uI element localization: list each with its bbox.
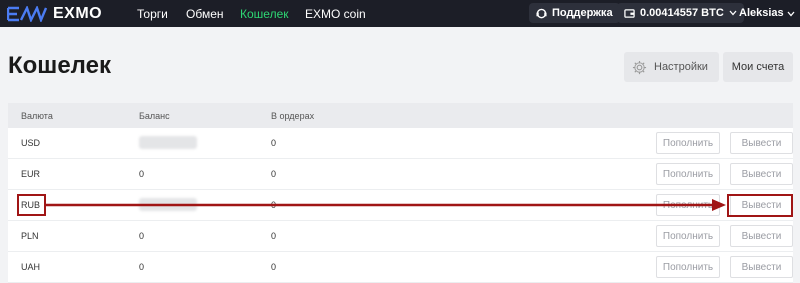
exmo-logo[interactable]: EXMO — [7, 4, 102, 23]
user-menu-chevron-icon[interactable] — [787, 11, 795, 17]
hidden-balance — [139, 136, 197, 149]
exmo-logo-icon — [7, 5, 47, 22]
balance-value: 0 — [139, 262, 145, 272]
wallet-icon — [624, 8, 635, 18]
balance-value: 0 — [139, 231, 145, 241]
deposit-button[interactable]: Пополнить — [656, 225, 720, 247]
table-header: Валюта Баланс В ордерах — [8, 103, 793, 128]
gear-icon — [632, 60, 647, 74]
deposit-button[interactable]: Пополнить — [656, 256, 720, 278]
settings-button[interactable]: Настройки — [624, 52, 719, 82]
column-currency: Валюта — [21, 111, 53, 121]
chevron-down-icon — [729, 10, 737, 16]
headset-icon — [536, 8, 547, 18]
withdraw-button[interactable]: Вывести — [730, 225, 793, 247]
table-row: PLN 0 0 Пополнить Вывести — [8, 221, 793, 252]
rub-highlight-box — [17, 194, 46, 216]
top-nav-bar: EXMO Торги Обмен Кошелек EXMO coin Подде… — [0, 0, 800, 27]
in-orders-value: 0 — [271, 262, 277, 272]
column-in-orders: В ордерах — [271, 111, 315, 121]
column-balance: Баланс — [139, 111, 170, 121]
table-row: USD 0 Пополнить Вывести — [8, 128, 793, 159]
settings-label: Настройки — [654, 61, 708, 73]
currency-code: EUR — [21, 169, 41, 179]
support-button[interactable]: Поддержка — [529, 3, 620, 23]
balance-button[interactable]: 0.00414557 BTC — [617, 3, 744, 23]
in-orders-value: 0 — [271, 169, 277, 179]
hidden-balance — [139, 198, 197, 211]
withdraw-highlight-box — [727, 194, 793, 217]
nav-exchange[interactable]: Обмен — [186, 7, 224, 21]
table-row: UAH 0 0 Пополнить Вывести — [8, 252, 793, 283]
deposit-button[interactable]: Пополнить — [656, 194, 720, 216]
nav-exmo-coin[interactable]: EXMO coin — [305, 7, 366, 21]
my-accounts-button[interactable]: Мои счета — [723, 52, 793, 82]
wallet-table: Валюта Баланс В ордерах USD 0 Пополнить … — [8, 103, 793, 283]
table-row: RUB 0 Пополнить Вывести — [8, 190, 793, 221]
currency-code: USD — [21, 138, 41, 148]
in-orders-value: 0 — [271, 138, 277, 148]
nav-trade[interactable]: Торги — [137, 7, 168, 21]
in-orders-value: 0 — [271, 231, 277, 241]
support-label: Поддержка — [552, 7, 613, 19]
deposit-button[interactable]: Пополнить — [656, 163, 720, 185]
balance-value: 0 — [139, 169, 145, 179]
deposit-button[interactable]: Пополнить — [656, 132, 720, 154]
withdraw-button[interactable]: Вывести — [730, 256, 793, 278]
in-orders-value: 0 — [271, 200, 277, 210]
balance-label: 0.00414557 BTC — [640, 7, 724, 19]
brand-name: EXMO — [53, 4, 103, 22]
page-title: Кошелек — [8, 52, 111, 79]
currency-code: PLN — [21, 231, 39, 241]
user-name[interactable]: Aleksias — [739, 7, 784, 19]
table-row: EUR 0 0 Пополнить Вывести — [8, 159, 793, 190]
nav-wallet[interactable]: Кошелек — [240, 7, 289, 21]
withdraw-button[interactable]: Вывести — [730, 132, 793, 154]
withdraw-button[interactable]: Вывести — [730, 163, 793, 185]
currency-code: UAH — [21, 262, 41, 272]
